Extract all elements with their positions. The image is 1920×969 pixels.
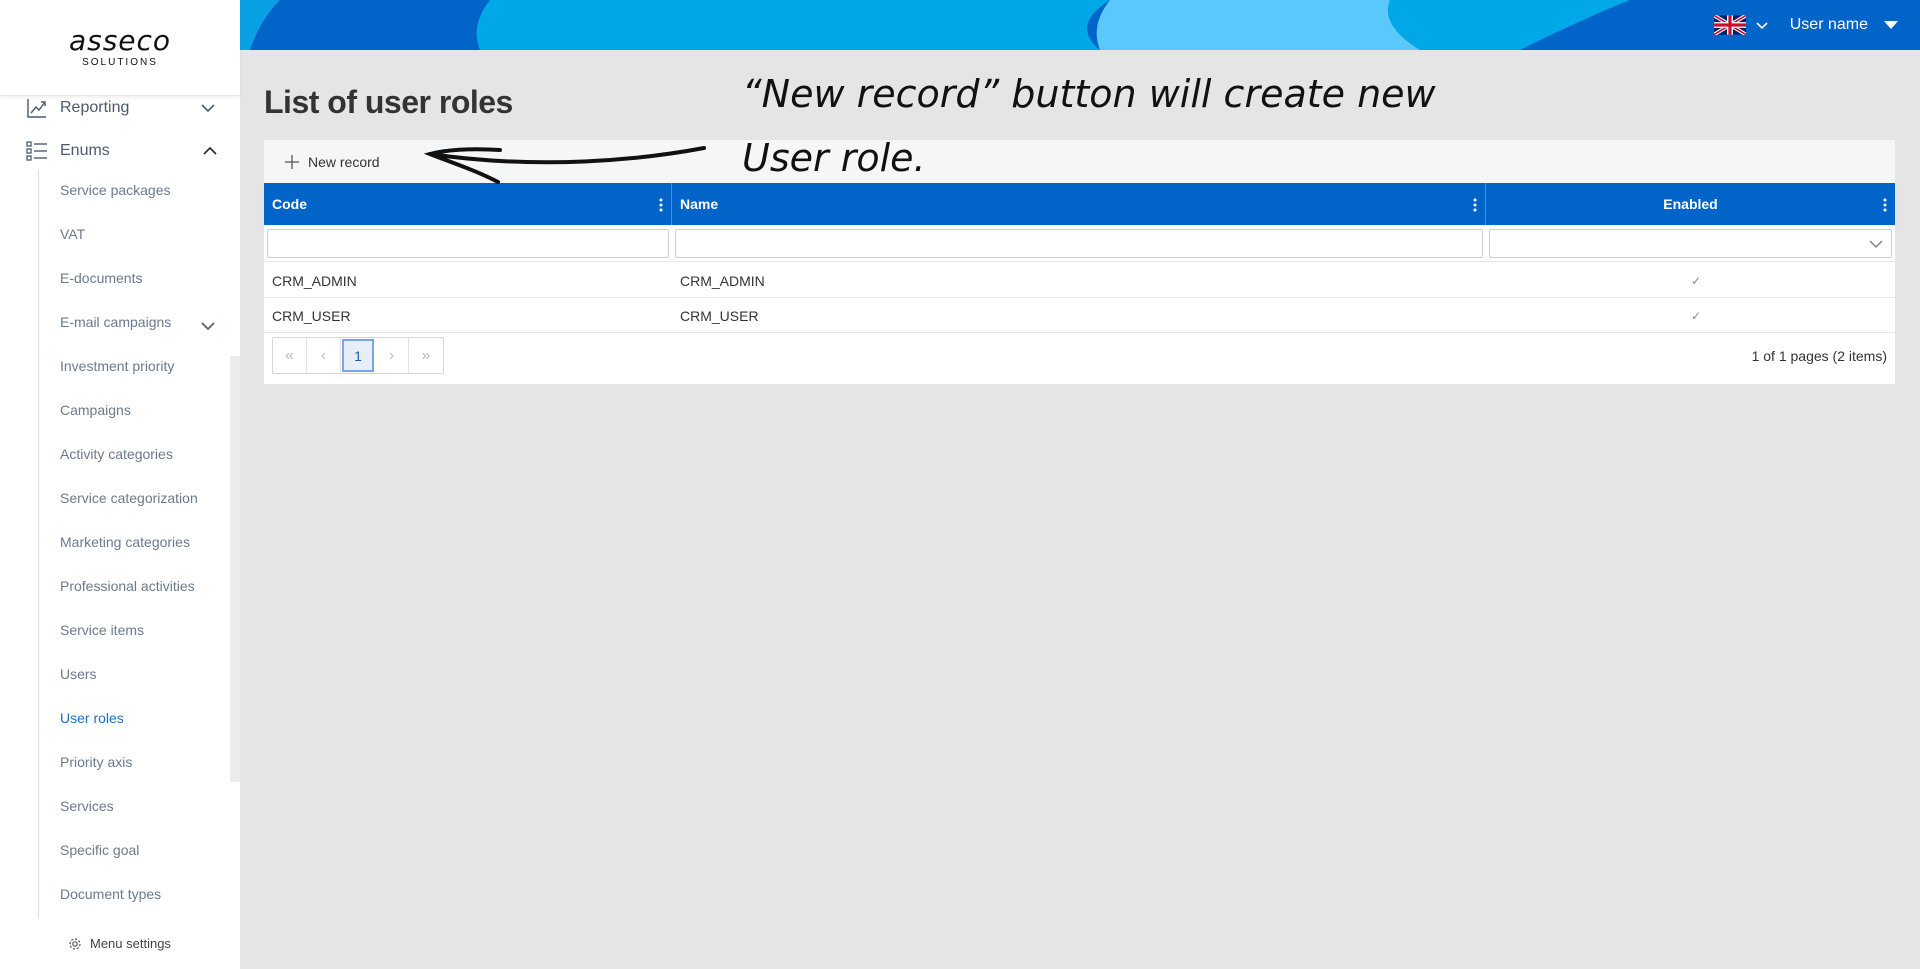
column-menu-icon[interactable] — [1883, 198, 1887, 212]
plus-icon — [285, 155, 299, 169]
gear-icon — [69, 937, 81, 950]
sidebar-item-service-items[interactable]: Service items — [60, 622, 144, 638]
caret-down-icon[interactable] — [1884, 20, 1898, 30]
logo[interactable]: asseco SOLUTIONS — [0, 0, 240, 96]
annotation-arrow-icon — [423, 146, 706, 184]
tutorial-annotation: “New record” button will create new User… — [742, 72, 1436, 180]
sidebar-item-users[interactable]: Users — [60, 666, 97, 682]
list-icon — [26, 141, 47, 161]
sidebar-item-service-categorization[interactable]: Service categorization — [60, 490, 198, 506]
cell-name: CRM_USER — [680, 307, 759, 324]
first-page-button[interactable]: « — [273, 338, 307, 373]
last-page-button[interactable]: » — [409, 338, 443, 373]
filter-row — [264, 225, 1895, 262]
sidebar-item-campaigns[interactable]: Campaigns — [60, 402, 131, 418]
top-header: User name — [240, 0, 1920, 50]
sidebar-item-marketing-categories[interactable]: Marketing categories — [60, 534, 190, 550]
chevron-down-icon — [201, 104, 215, 113]
chevron-down-icon[interactable] — [200, 318, 216, 334]
submenu-guide-line — [38, 170, 39, 918]
enabled-filter-select[interactable] — [1489, 229, 1892, 258]
sidebar-item-document-types[interactable]: Document types — [60, 886, 161, 902]
cell-code: CRM_USER — [272, 307, 351, 324]
table-row[interactable]: CRM_USER CRM_USER ✓ — [264, 298, 1895, 333]
sidebar-item-specific-goal[interactable]: Specific goal — [60, 842, 139, 858]
uk-flag-icon[interactable] — [1713, 15, 1746, 35]
sidebar: asseco SOLUTIONS Reporting Enums Service… — [0, 0, 240, 969]
chart-line-icon — [27, 99, 46, 118]
sidebar-item-investment-priority[interactable]: Investment priority — [60, 358, 174, 374]
prev-page-button[interactable]: ‹ — [307, 338, 341, 373]
sidebar-item-vat[interactable]: VAT — [60, 226, 85, 242]
pager-info: 1 of 1 pages (2 items) — [1751, 347, 1887, 364]
chevron-up-icon — [203, 146, 217, 155]
column-header-enabled[interactable]: Enabled — [1486, 183, 1895, 225]
sidebar-item-e-documents[interactable]: E-documents — [60, 270, 142, 286]
sidebar-item-reporting[interactable]: Reporting — [0, 88, 240, 128]
header-user-area: User name — [1713, 0, 1898, 50]
sidebar-item-user-roles[interactable]: User roles — [60, 710, 124, 726]
next-page-button[interactable]: › — [375, 338, 409, 373]
sidebar-item-enums[interactable]: Enums — [0, 131, 240, 171]
sidebar-item-services[interactable]: Services — [60, 798, 114, 814]
pager: « ‹ 1 › » — [272, 337, 444, 374]
code-filter-input[interactable] — [267, 229, 669, 258]
cell-name: CRM_ADMIN — [680, 272, 765, 289]
sidebar-item-service-packages[interactable]: Service packages — [60, 182, 171, 198]
page-number-button[interactable]: 1 — [342, 339, 374, 372]
column-menu-icon[interactable] — [659, 198, 663, 212]
sidebar-item-activity-categories[interactable]: Activity categories — [60, 446, 173, 462]
page-title: List of user roles — [264, 84, 513, 120]
table-row[interactable]: CRM_ADMIN CRM_ADMIN ✓ — [264, 263, 1895, 298]
menu-settings-button[interactable]: Menu settings — [68, 936, 171, 951]
column-menu-icon[interactable] — [1473, 198, 1477, 212]
logo-subtitle: SOLUTIONS — [82, 57, 158, 68]
sidebar-item-e-mail-campaigns[interactable]: E-mail campaigns — [60, 314, 171, 330]
sidebar-item-label: Reporting — [60, 99, 130, 116]
name-filter-input[interactable] — [675, 229, 1483, 258]
column-header-label: Name — [680, 196, 719, 212]
new-record-label: New record — [308, 154, 380, 170]
new-record-button[interactable]: New record — [284, 150, 380, 174]
column-header-label: Enabled — [1663, 196, 1718, 212]
logo-wordmark: asseco — [68, 24, 172, 57]
user-name[interactable]: User name — [1790, 16, 1868, 34]
chevron-down-icon — [1869, 240, 1883, 248]
sidebar-item-professional-activities[interactable]: Professional activities — [60, 578, 195, 594]
cell-code: CRM_ADMIN — [272, 272, 357, 289]
column-header-label: Code — [272, 196, 307, 212]
chevron-down-icon[interactable] — [1756, 19, 1768, 31]
menu-settings-label: Menu settings — [90, 936, 171, 951]
header-decoration — [240, 0, 1920, 50]
checkmark-icon: ✓ — [1690, 273, 1702, 288]
checkmark-icon: ✓ — [1690, 308, 1702, 323]
sidebar-scrollbar[interactable] — [230, 356, 240, 782]
sidebar-item-priority-axis[interactable]: Priority axis — [60, 754, 132, 770]
sidebar-item-label: Enums — [60, 142, 110, 159]
